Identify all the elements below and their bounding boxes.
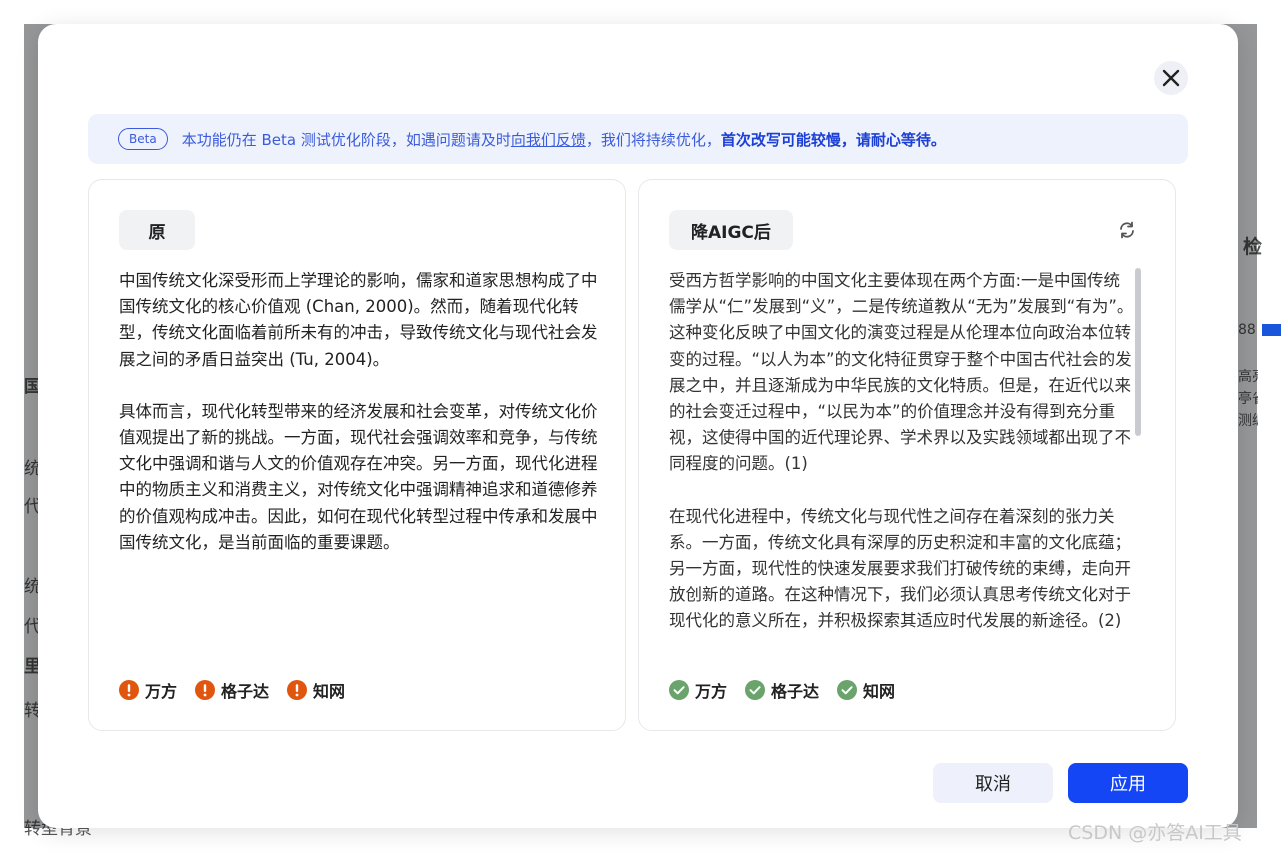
background-right-panel <box>1262 214 1281 496</box>
warning-icon <box>287 680 308 700</box>
apply-button[interactable]: 应用 <box>1068 763 1188 803</box>
rewritten-panel: 降AIGC后 受西方哲学影响的中国文化主要体现在两个方面:一是中国传统儒学从“仁… <box>638 179 1176 731</box>
check-label: 万方 <box>695 682 728 701</box>
close-button[interactable] <box>1154 61 1188 95</box>
original-check-results: 万方 格子达 知网 <box>119 678 345 702</box>
check-item-gezida: 格子达 <box>745 678 819 702</box>
rewrite-dialog: Beta 本功能仍在 Beta 测试优化阶段，如遇问题请及时 向我们反馈 ，我们… <box>38 24 1238 828</box>
watermark: CSDN @亦答AI工具 <box>1068 822 1242 844</box>
check-circle-icon <box>745 680 766 700</box>
check-item-wanfang: 万方 <box>119 678 177 702</box>
rewritten-tag: 降AIGC后 <box>669 210 793 250</box>
original-tag: 原 <box>119 210 195 250</box>
original-panel: 原 中国传统文化深受形而上学理论的影响，儒家和道家思想构成了中国传统文化的核心价… <box>88 179 626 731</box>
feedback-link[interactable]: 向我们反馈 <box>511 129 586 150</box>
check-circle-icon <box>669 680 689 700</box>
beta-badge: Beta <box>118 128 168 150</box>
check-item-gezida: 格子达 <box>195 678 269 702</box>
beta-notice-banner: Beta 本功能仍在 Beta 测试优化阶段，如遇问题请及时 向我们反馈 ，我们… <box>88 114 1188 164</box>
rewritten-check-results: 万方 格子达 知网 <box>669 678 895 702</box>
rewritten-paragraph: 受西方哲学影响的中国文化主要体现在两个方面:一是中国传统儒学从“仁”发展到“义”… <box>669 271 1134 474</box>
check-item-cnki: 知网 <box>837 678 895 702</box>
regenerate-button[interactable] <box>1115 218 1139 242</box>
check-item-wanfang: 万方 <box>669 678 727 702</box>
rewritten-text[interactable]: 受西方哲学影响的中国文化主要体现在两个方面:一是中国传统儒学从“仁”发展到“义”… <box>669 268 1135 658</box>
close-icon <box>1162 69 1180 87</box>
warning-icon <box>119 680 139 700</box>
refresh-icon <box>1120 221 1134 239</box>
cancel-button[interactable]: 取消 <box>933 763 1053 803</box>
check-label: 万方 <box>145 682 178 701</box>
banner-text: 本功能仍在 Beta 测试优化阶段，如遇问题请及时 <box>181 130 511 149</box>
check-item-cnki: 知网 <box>287 678 345 702</box>
original-text: 中国传统文化深受形而上学理论的影响，儒家和道家思想构成了中国传统文化的核心价值观… <box>119 268 599 658</box>
check-label: 格子达 <box>221 682 270 701</box>
check-circle-icon <box>837 680 858 700</box>
banner-emphasis: 首次改写可能较慢，请耐心等待。 <box>720 130 946 149</box>
rewritten-scrollbar[interactable] <box>1135 268 1141 436</box>
background-progress-bar <box>1262 324 1281 336</box>
original-paragraph: 中国传统文化深受形而上学理论的影响，儒家和道家思想构成了中国传统文化的核心价值观… <box>119 271 598 369</box>
warning-icon <box>195 680 216 700</box>
original-paragraph: 具体而言，现代化转型带来的经济发展和社会变革，对传统文化价值观提出了新的挑战。一… <box>119 401 598 552</box>
check-label: 知网 <box>863 682 896 701</box>
check-label: 知网 <box>313 682 346 701</box>
banner-text: ，我们将持续优化， <box>585 130 721 149</box>
check-label: 格子达 <box>771 682 820 701</box>
rewritten-paragraph: 在现代化进程中，传统文化与现代性之间存在着深刻的张力关系。一方面，传统文化具有深… <box>669 506 1131 631</box>
